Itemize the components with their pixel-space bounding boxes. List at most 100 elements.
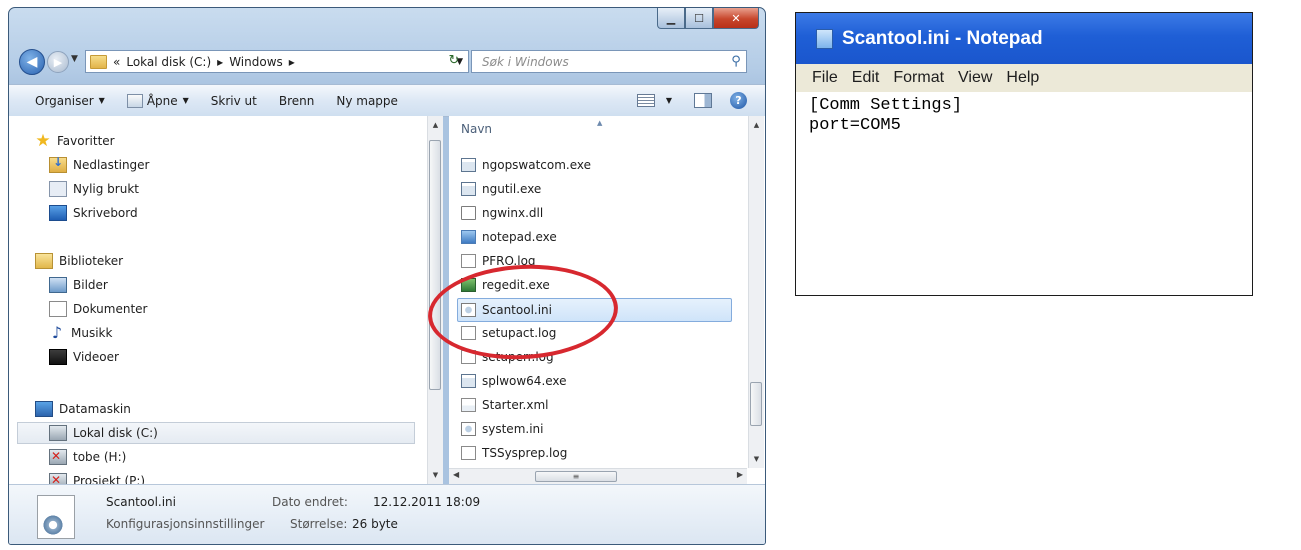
- file-name: ngutil.exe: [482, 182, 542, 196]
- network-drive-disconnected-icon: [49, 449, 67, 465]
- nav-item-music[interactable]: ♪ Musikk: [49, 322, 415, 344]
- nav-item-documents[interactable]: Dokumenter: [49, 298, 415, 320]
- change-view-icon[interactable]: [636, 94, 655, 107]
- libraries-icon: [35, 253, 53, 269]
- horizontal-scroll-thumb[interactable]: ≡: [535, 471, 617, 482]
- breadcrumb-separator-icon[interactable]: ▸: [289, 55, 295, 69]
- details-pane: Scantool.ini Konfigurasjonsinnstillinger…: [9, 484, 765, 544]
- gear-icon: [42, 514, 64, 536]
- recent-places-icon: [49, 181, 67, 197]
- navigation-bar: ◀ ▶ ▼ « Lokal disk (C:) ▸ Windows ▸ ▼ ↻ …: [9, 46, 765, 76]
- history-dropdown-icon[interactable]: ▼: [71, 54, 78, 64]
- notepad-icon: [816, 28, 833, 49]
- address-bar[interactable]: « Lokal disk (C:) ▸ Windows ▸ ▼: [85, 50, 469, 73]
- drive-icon: [49, 425, 67, 441]
- nav-item-label: Musikk: [71, 326, 113, 340]
- view-controls: ▼ ?: [636, 92, 747, 109]
- maximize-button[interactable]: ☐: [685, 8, 713, 29]
- notepad-menu-bar: File Edit Format View Help: [796, 64, 1252, 92]
- nav-item-favorites[interactable]: ★ Favoritter: [35, 130, 415, 152]
- menu-view[interactable]: View: [958, 69, 992, 87]
- menu-help[interactable]: Help: [1006, 69, 1039, 87]
- nav-item-desktop[interactable]: Skrivebord: [49, 202, 415, 224]
- notepad-title: Scantool.ini - Notepad: [842, 27, 1043, 49]
- documents-icon: [49, 301, 67, 317]
- organize-label: Organiser: [35, 93, 94, 108]
- nav-item-computer[interactable]: Datamaskin: [35, 398, 415, 420]
- list-item[interactable]: ngwinx.dll: [461, 202, 731, 224]
- breadcrumb-local-disk[interactable]: Lokal disk (C:): [126, 55, 211, 69]
- file-list-horizontal-scrollbar[interactable]: ◀ ≡ ▶: [449, 468, 747, 485]
- nav-item-downloads[interactable]: Nedlastinger: [49, 154, 415, 176]
- list-item[interactable]: ngutil.exe: [461, 178, 731, 200]
- pictures-icon: [49, 277, 67, 293]
- nav-item-label: Videoer: [73, 350, 119, 364]
- scroll-down-icon[interactable]: ▼: [749, 452, 764, 466]
- new-folder-label: Ny mappe: [336, 93, 398, 108]
- nav-item-label: Biblioteker: [59, 254, 124, 268]
- close-button[interactable]: ✕: [713, 8, 759, 29]
- star-icon: ★: [35, 131, 51, 151]
- notepad-title-bar[interactable]: Scantool.ini - Notepad: [796, 13, 1252, 64]
- list-item[interactable]: ngopswatcom.exe: [461, 154, 731, 176]
- organize-button[interactable]: Organiser ▼: [35, 94, 105, 108]
- menu-format[interactable]: Format: [893, 69, 944, 87]
- ini-file-icon: [461, 422, 476, 436]
- breadcrumb-overflow[interactable]: «: [113, 55, 120, 69]
- list-item[interactable]: splwow64.exe: [461, 370, 731, 392]
- menu-file[interactable]: File: [812, 69, 838, 87]
- help-icon[interactable]: ?: [730, 92, 747, 109]
- open-icon: [126, 93, 143, 108]
- log-file-icon: [461, 446, 476, 460]
- print-button[interactable]: Skriv ut: [211, 94, 257, 108]
- minimize-button[interactable]: ▁: [657, 8, 685, 29]
- videos-icon: [49, 349, 67, 365]
- search-icon[interactable]: ⚲: [726, 54, 746, 69]
- breadcrumb-separator-icon[interactable]: ▸: [217, 55, 223, 69]
- menu-edit[interactable]: Edit: [852, 69, 880, 87]
- nav-item-label: Dokumenter: [73, 302, 148, 316]
- nav-item-videos[interactable]: Videoer: [49, 346, 415, 368]
- nav-item-label: Favoritter: [57, 134, 115, 148]
- nav-item-libraries[interactable]: Biblioteker: [35, 250, 415, 272]
- command-bar: Organiser ▼ Åpne ▼ Skriv ut Brenn Ny mappe…: [9, 84, 765, 117]
- search-box[interactable]: Søk i Windows ⚲: [471, 50, 747, 73]
- nav-item-tobe-drive[interactable]: tobe (H:): [49, 446, 415, 468]
- list-item[interactable]: Starter.xml: [461, 394, 731, 416]
- list-item[interactable]: notepad.exe: [461, 226, 731, 248]
- nav-item-label: Skrivebord: [73, 206, 138, 220]
- notepad-window: Scantool.ini - Notepad File Edit Format …: [795, 12, 1253, 296]
- column-header-name[interactable]: Navn: [461, 122, 492, 136]
- back-button[interactable]: ◀: [19, 49, 45, 75]
- new-folder-button[interactable]: Ny mappe: [336, 94, 398, 108]
- refresh-icon[interactable]: ↻: [443, 50, 465, 71]
- nav-item-local-disk[interactable]: Lokal disk (C:): [17, 422, 415, 444]
- file-scroll-thumb[interactable]: [750, 382, 762, 426]
- scroll-up-icon[interactable]: ▲: [749, 118, 764, 132]
- list-item[interactable]: system.ini: [461, 418, 731, 440]
- breadcrumb-windows[interactable]: Windows: [229, 55, 283, 69]
- open-label: Åpne: [146, 93, 178, 108]
- search-input[interactable]: Søk i Windows: [482, 55, 726, 69]
- print-label: Skriv ut: [210, 93, 257, 108]
- nav-item-recent-places[interactable]: Nylig brukt: [49, 178, 415, 200]
- nav-item-pictures[interactable]: Bilder: [49, 274, 415, 296]
- scroll-left-icon[interactable]: ◀: [453, 470, 459, 479]
- list-item[interactable]: TSSysprep.log: [461, 442, 731, 464]
- notepad-text-area[interactable]: [Comm Settings] port=COM5: [796, 92, 1252, 136]
- desktop-icon: [49, 205, 67, 221]
- downloads-folder-icon: [49, 155, 67, 173]
- burn-button[interactable]: Brenn: [279, 94, 315, 108]
- nav-scroll-thumb[interactable]: [429, 140, 441, 390]
- details-size-value: 26 byte: [352, 517, 398, 531]
- open-button[interactable]: Åpne ▼: [126, 93, 189, 108]
- scroll-right-icon[interactable]: ▶: [737, 470, 743, 479]
- preview-pane-icon[interactable]: [694, 93, 712, 108]
- view-options-chevron-icon[interactable]: ▼: [666, 96, 672, 105]
- scroll-up-icon[interactable]: ▲: [428, 118, 443, 132]
- scroll-down-icon[interactable]: ▼: [428, 468, 443, 482]
- forward-button[interactable]: ▶: [47, 51, 69, 73]
- chevron-down-icon: ▼: [182, 96, 189, 105]
- file-list-scrollbar[interactable]: ▲ ▼: [748, 116, 764, 468]
- exe-file-icon: [461, 374, 476, 388]
